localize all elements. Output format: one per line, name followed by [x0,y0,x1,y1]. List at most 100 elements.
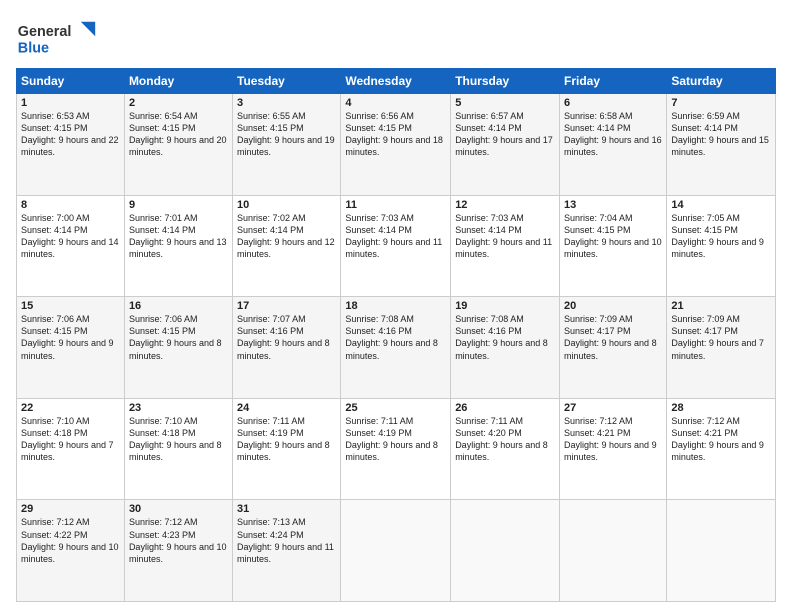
day-info: Sunrise: 7:08 AMSunset: 4:16 PMDaylight:… [345,314,438,360]
calendar-cell: 20Sunrise: 7:09 AMSunset: 4:17 PMDayligh… [560,297,667,399]
day-number: 11 [345,199,446,211]
day-number: 23 [129,402,228,414]
calendar-cell: 28Sunrise: 7:12 AMSunset: 4:21 PMDayligh… [667,398,776,500]
week-row-5: 29 Sunrise: 7:12 AMSunset: 4:22 PMDayligh… [17,500,776,602]
calendar-cell: 3 Sunrise: 6:55 AMSunset: 4:15 PMDaylight… [233,94,341,196]
day-info: Sunrise: 7:12 AMSunset: 4:22 PMDaylight:… [21,517,119,563]
day-info: Sunrise: 7:07 AMSunset: 4:16 PMDaylight:… [237,314,330,360]
day-info: Sunrise: 7:04 AMSunset: 4:15 PMDaylight:… [564,213,662,259]
day-info: Sunrise: 7:10 AMSunset: 4:18 PMDaylight:… [129,416,222,462]
day-number: 5 [455,97,555,109]
calendar-cell: 16 Sunrise: 7:06 AMSunset: 4:15 PMDayligh… [124,297,232,399]
weekday-monday: Monday [124,69,232,94]
day-info: Sunrise: 7:08 AMSunset: 4:16 PMDaylight:… [455,314,548,360]
day-number: 15 [21,300,120,312]
weekday-wednesday: Wednesday [341,69,451,94]
calendar-cell: 30Sunrise: 7:12 AMSunset: 4:23 PMDayligh… [124,500,232,602]
calendar-cell: 11 Sunrise: 7:03 AMSunset: 4:14 PMDayligh… [341,195,451,297]
day-number: 12 [455,199,555,211]
day-info: Sunrise: 6:56 AMSunset: 4:15 PMDaylight:… [345,111,443,157]
calendar-cell: 1Sunrise: 6:53 AMSunset: 4:15 PMDaylight… [17,94,125,196]
calendar-cell: 10Sunrise: 7:02 AMSunset: 4:14 PMDayligh… [233,195,341,297]
calendar-cell: 4 Sunrise: 6:56 AMSunset: 4:15 PMDaylight… [341,94,451,196]
day-info: Sunrise: 6:59 AMSunset: 4:14 PMDaylight:… [671,111,769,157]
day-number: 2 [129,97,228,109]
day-info: Sunrise: 6:58 AMSunset: 4:14 PMDaylight:… [564,111,662,157]
day-info: Sunrise: 7:05 AMSunset: 4:15 PMDaylight:… [671,213,764,259]
calendar-cell: 22 Sunrise: 7:10 AMSunset: 4:18 PMDayligh… [17,398,125,500]
calendar-cell: 19 Sunrise: 7:08 AMSunset: 4:16 PMDayligh… [451,297,560,399]
calendar-cell: 6 Sunrise: 6:58 AMSunset: 4:14 PMDaylight… [560,94,667,196]
day-info: Sunrise: 7:03 AMSunset: 4:14 PMDaylight:… [345,213,442,259]
calendar-cell: 31 Sunrise: 7:13 AMSunset: 4:24 PMDayligh… [233,500,341,602]
day-info: Sunrise: 7:09 AMSunset: 4:17 PMDaylight:… [671,314,764,360]
day-info: Sunrise: 7:06 AMSunset: 4:15 PMDaylight:… [129,314,222,360]
day-info: Sunrise: 7:13 AMSunset: 4:24 PMDaylight:… [237,517,334,563]
day-info: Sunrise: 7:06 AMSunset: 4:15 PMDaylight:… [21,314,114,360]
calendar-cell: 9 Sunrise: 7:01 AMSunset: 4:14 PMDaylight… [124,195,232,297]
day-number: 29 [21,503,120,515]
calendar-cell: 14 Sunrise: 7:05 AMSunset: 4:15 PMDayligh… [667,195,776,297]
calendar-cell: 23 Sunrise: 7:10 AMSunset: 4:18 PMDayligh… [124,398,232,500]
calendar-cell: 17Sunrise: 7:07 AMSunset: 4:16 PMDayligh… [233,297,341,399]
week-row-4: 22 Sunrise: 7:10 AMSunset: 4:18 PMDayligh… [17,398,776,500]
header: General Blue [16,16,776,60]
day-number: 22 [21,402,120,414]
day-number: 9 [129,199,228,211]
day-number: 18 [345,300,446,312]
calendar-cell: 15 Sunrise: 7:06 AMSunset: 4:15 PMDayligh… [17,297,125,399]
day-info: Sunrise: 7:12 AMSunset: 4:23 PMDaylight:… [129,517,227,563]
day-number: 26 [455,402,555,414]
week-row-1: 1Sunrise: 6:53 AMSunset: 4:15 PMDaylight… [17,94,776,196]
calendar-cell [560,500,667,602]
calendar-cell: 12Sunrise: 7:03 AMSunset: 4:14 PMDayligh… [451,195,560,297]
logo: General Blue [16,16,106,60]
weekday-saturday: Saturday [667,69,776,94]
day-number: 10 [237,199,336,211]
weekday-header-row: SundayMondayTuesdayWednesdayThursdayFrid… [17,69,776,94]
day-number: 27 [564,402,662,414]
calendar-cell: 25 Sunrise: 7:11 AMSunset: 4:19 PMDayligh… [341,398,451,500]
day-info: Sunrise: 6:53 AMSunset: 4:15 PMDaylight:… [21,111,119,157]
day-number: 20 [564,300,662,312]
week-row-2: 8 Sunrise: 7:00 AMSunset: 4:14 PMDaylight… [17,195,776,297]
day-number: 14 [671,199,771,211]
calendar-table: SundayMondayTuesdayWednesdayThursdayFrid… [16,68,776,602]
day-info: Sunrise: 6:55 AMSunset: 4:15 PMDaylight:… [237,111,335,157]
calendar-cell: 5 Sunrise: 6:57 AMSunset: 4:14 PMDaylight… [451,94,560,196]
day-number: 8 [21,199,120,211]
day-number: 25 [345,402,446,414]
svg-text:General: General [18,24,72,40]
calendar-cell [451,500,560,602]
day-info: Sunrise: 7:00 AMSunset: 4:14 PMDaylight:… [21,213,119,259]
day-number: 3 [237,97,336,109]
calendar-cell [341,500,451,602]
day-number: 4 [345,97,446,109]
svg-text:Blue: Blue [18,40,49,56]
day-number: 31 [237,503,336,515]
weekday-tuesday: Tuesday [233,69,341,94]
logo-svg: General Blue [16,16,106,60]
calendar-cell: 13Sunrise: 7:04 AMSunset: 4:15 PMDayligh… [560,195,667,297]
day-info: Sunrise: 7:11 AMSunset: 4:20 PMDaylight:… [455,416,548,462]
day-info: Sunrise: 7:11 AMSunset: 4:19 PMDaylight:… [237,416,330,462]
calendar-cell: 29 Sunrise: 7:12 AMSunset: 4:22 PMDayligh… [17,500,125,602]
day-number: 24 [237,402,336,414]
calendar-cell: 7 Sunrise: 6:59 AMSunset: 4:14 PMDaylight… [667,94,776,196]
day-info: Sunrise: 6:57 AMSunset: 4:14 PMDaylight:… [455,111,553,157]
day-number: 7 [671,97,771,109]
day-info: Sunrise: 7:10 AMSunset: 4:18 PMDaylight:… [21,416,114,462]
day-info: Sunrise: 7:01 AMSunset: 4:14 PMDaylight:… [129,213,227,259]
calendar-cell: 21Sunrise: 7:09 AMSunset: 4:17 PMDayligh… [667,297,776,399]
calendar-cell: 18 Sunrise: 7:08 AMSunset: 4:16 PMDayligh… [341,297,451,399]
day-info: Sunrise: 7:12 AMSunset: 4:21 PMDaylight:… [564,416,657,462]
day-info: Sunrise: 7:11 AMSunset: 4:19 PMDaylight:… [345,416,438,462]
calendar-cell: 27 Sunrise: 7:12 AMSunset: 4:21 PMDayligh… [560,398,667,500]
day-number: 6 [564,97,662,109]
weekday-sunday: Sunday [17,69,125,94]
calendar-cell: 26 Sunrise: 7:11 AMSunset: 4:20 PMDayligh… [451,398,560,500]
day-number: 16 [129,300,228,312]
day-number: 19 [455,300,555,312]
weekday-thursday: Thursday [451,69,560,94]
day-number: 28 [671,402,771,414]
